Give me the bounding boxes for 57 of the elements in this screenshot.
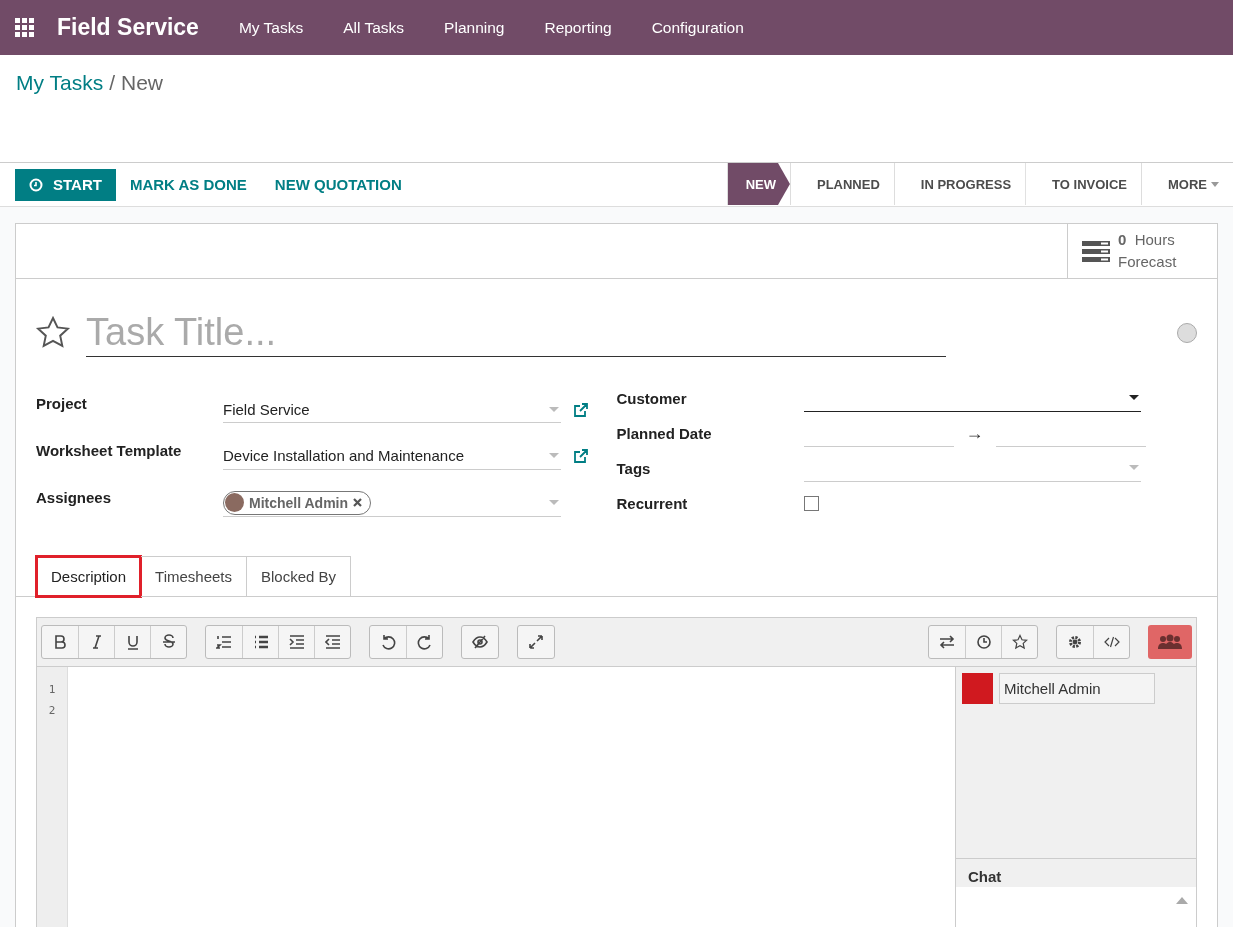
assignees-field[interactable]: Mitchell Admin [223,489,561,517]
star-icon [1011,634,1028,650]
external-link-icon[interactable] [573,448,589,465]
tab[interactable]: Blocked By [247,556,352,597]
remove-icon[interactable] [353,498,363,507]
forecast-stat-button[interactable]: 0 Hours Forecast [1067,224,1217,278]
field-label: Planned Date [616,424,713,442]
bullet-list-icon [252,634,269,650]
menu-item[interactable]: Planning [424,18,525,37]
menu-item[interactable]: My Tasks [218,18,324,37]
code-icon [1103,634,1120,650]
expand-icon [528,634,544,650]
tab[interactable]: Description [36,556,142,597]
strikethrough-icon [160,634,177,650]
menu-item[interactable]: Reporting [524,18,632,37]
breadcrumb-current: New [121,71,163,95]
menu-item[interactable]: Configuration [631,18,764,37]
action-button[interactable]: NEW QUOTATION [260,176,416,193]
settings-icon [1067,634,1083,650]
field-label: Tags [616,459,652,477]
collaborator-name-field[interactable]: Mitchell Admin [999,673,1155,704]
recurrent-checkbox[interactable] [803,495,819,511]
redo-icon [416,634,433,650]
select-field[interactable]: Field Service [223,396,561,424]
line-number: 1 [48,682,56,698]
star-icon[interactable] [34,315,72,351]
action-button[interactable]: MARK AS DONE [115,176,261,193]
history-icon [975,634,992,650]
server-stack-icon [1082,239,1110,263]
chat-heading: Chat [967,867,1003,887]
hidden-eye-icon [472,634,488,650]
indent-icon [288,634,305,650]
undo-icon [380,634,396,650]
line-number: 2 [48,703,56,719]
field-label: Assignees [36,488,113,506]
app-name[interactable]: Field Service [57,14,199,41]
select-field[interactable]: Device Installation and Maintenance [223,442,561,470]
stage-button[interactable]: NEW [726,163,790,205]
bold-icon [52,634,68,650]
external-link-icon[interactable] [573,401,589,418]
breadcrumb-separator: / [109,71,115,95]
collaborators-button[interactable] [1148,625,1192,659]
arrow-separator: → [965,422,984,444]
start-button[interactable]: START [15,168,116,201]
breadcrumb-link[interactable]: My Tasks [16,71,104,95]
apps-grid-icon[interactable] [15,17,35,38]
numbered-list-icon [216,634,232,650]
users-icon [1157,633,1183,651]
tab[interactable]: Timesheets [141,556,247,597]
outdent-icon [324,634,341,650]
swap-icon [939,634,955,650]
field-label: Worksheet Template [36,442,183,459]
field-label: Customer [616,389,688,407]
clock-icon [29,177,43,192]
field-label: Recurrent [616,494,689,512]
menu-item[interactable]: All Tasks [323,18,425,37]
field-label: Project [36,395,88,413]
